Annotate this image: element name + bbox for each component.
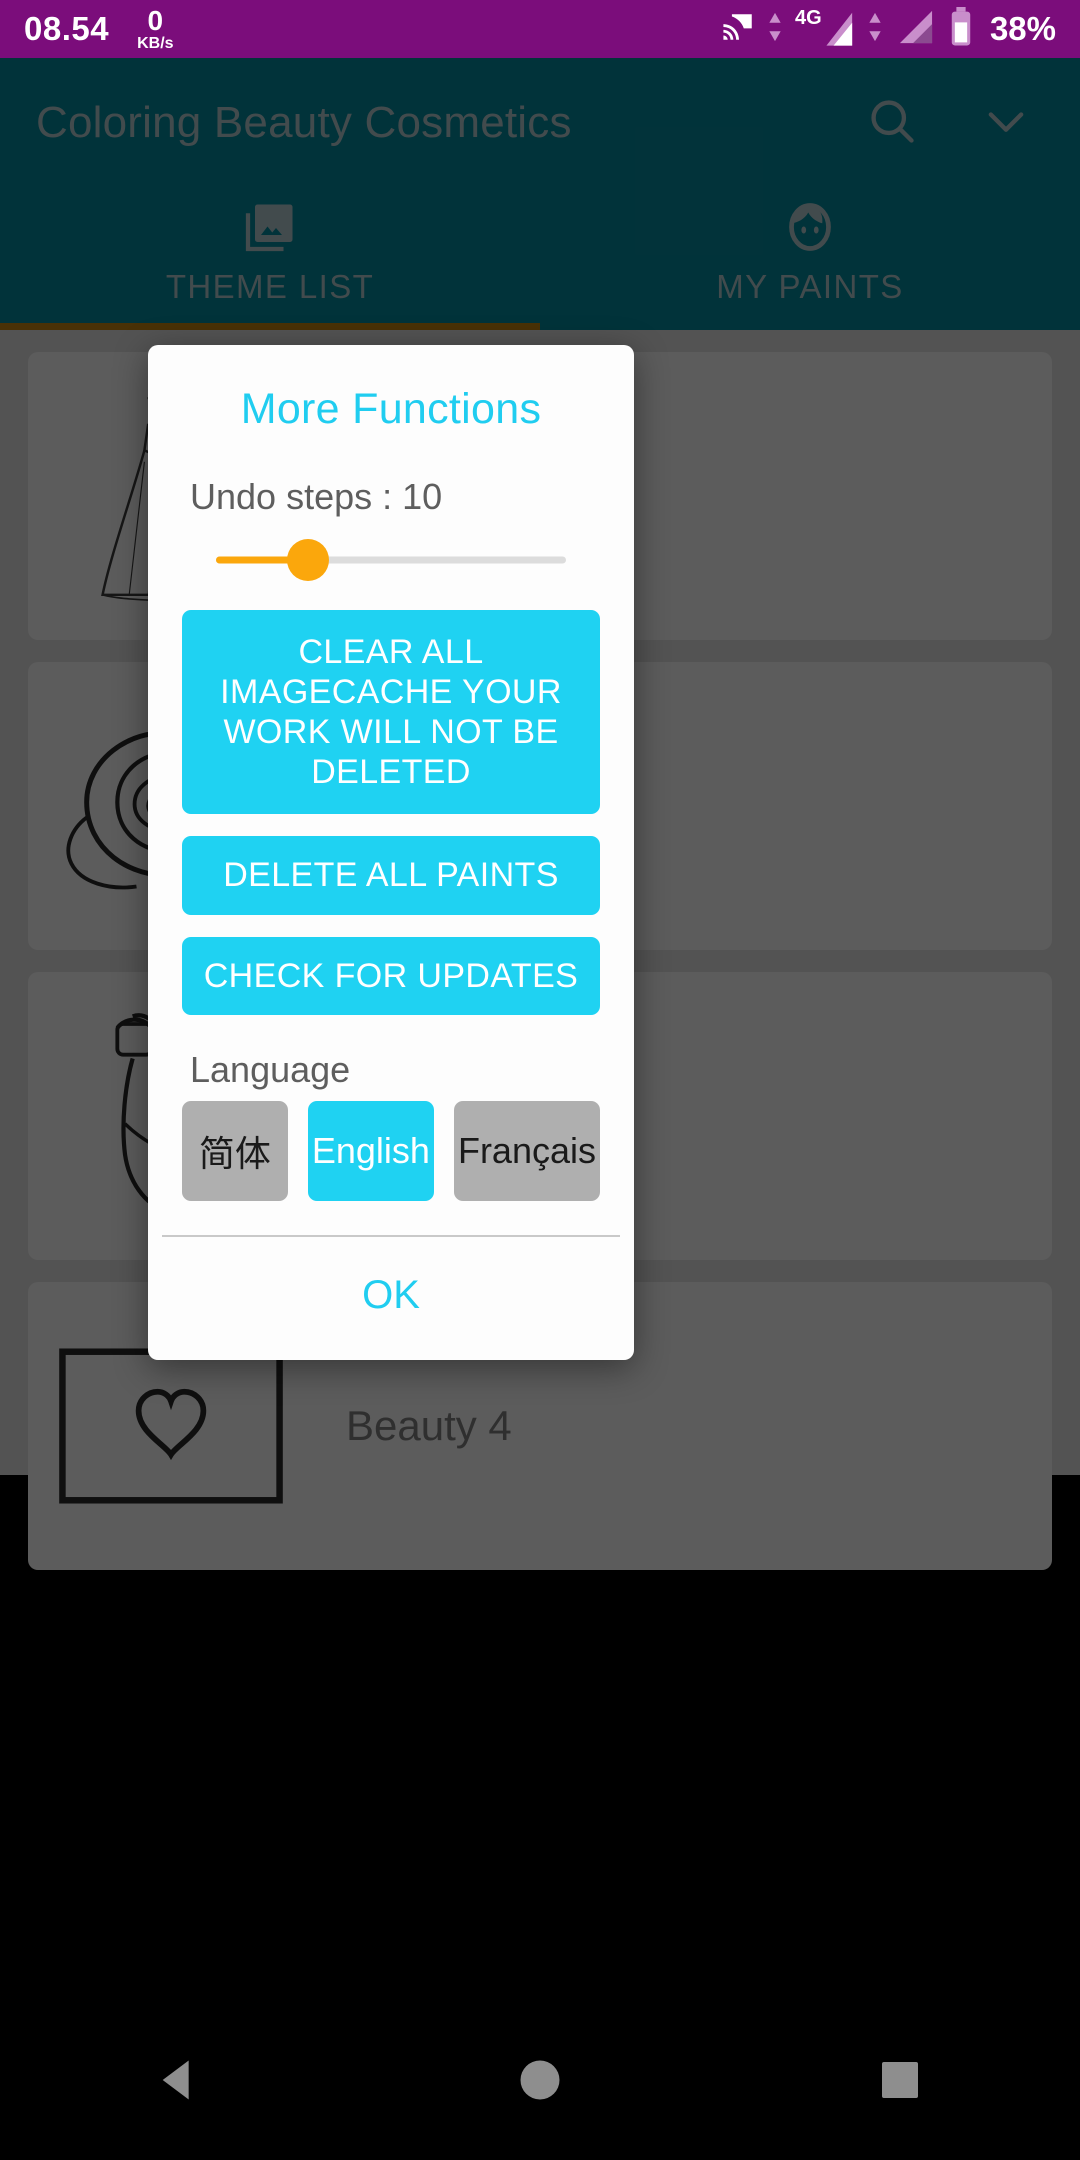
language-option-english[interactable]: English (307, 1100, 434, 1201)
battery-icon (947, 6, 975, 52)
dialog-footer: OK (148, 1237, 634, 1360)
svg-text:4G: 4G (795, 7, 822, 29)
active-tab-indicator (0, 323, 540, 330)
network-speed-indicator: 0 KB/s (137, 4, 174, 52)
home-circle-icon[interactable] (440, 2000, 640, 2160)
delete-all-paints-button[interactable]: DELETE ALL PAINTS (182, 836, 600, 915)
battery-percent: 38% (989, 10, 1056, 47)
tab-bar: THEME LIST MY PAINTS (0, 188, 1080, 330)
app-bar: Coloring Beauty Cosmetics THEME LIST MY … (0, 58, 1080, 330)
undo-steps-label: Undo steps : 10 (190, 476, 443, 517)
undo-steps-slider[interactable] (182, 532, 600, 588)
language-selector: 简体 English Français (182, 1100, 600, 1201)
photo-library-icon (240, 196, 300, 258)
tab-theme-list[interactable]: THEME LIST (0, 188, 540, 330)
language-label: Language (190, 1048, 351, 1090)
more-functions-dialog: More Functions Undo steps : 10 CLEAR ALL… (148, 345, 634, 1360)
network-type-label: 4G (794, 7, 856, 52)
clear-image-cache-button[interactable]: CLEAR ALL IMAGECACHE YOUR WORK WILL NOT … (182, 610, 600, 815)
language-option-french[interactable]: Français (453, 1100, 600, 1201)
status-bar: 08.54 0 KB/s 4G 38% (0, 0, 1080, 58)
signal-bars-icon (894, 8, 938, 51)
data-arrows-2-icon (865, 10, 885, 49)
data-arrows-icon (765, 10, 785, 49)
search-icon[interactable] (866, 95, 918, 152)
check-for-updates-button[interactable]: CHECK FOR UPDATES (182, 936, 600, 1015)
app-bar-top: Coloring Beauty Cosmetics (0, 58, 1080, 188)
status-icons: 4G 38% (722, 6, 1056, 52)
chevron-down-icon[interactable] (980, 95, 1032, 152)
dialog-title: More Functions (240, 385, 542, 433)
dialog-body: Undo steps : 10 CLEAR ALL IMAGECACHE YOU… (148, 476, 634, 1201)
cast-icon (722, 10, 756, 49)
back-triangle-icon[interactable] (80, 2000, 280, 2160)
tab-theme-list-label: THEME LIST (165, 268, 375, 305)
network-speed-value: 0 (147, 4, 164, 36)
system-navigation-bar (0, 2000, 1080, 2160)
list-item-title: Beauty 4 (346, 1402, 512, 1449)
network-speed-unit: KB/s (137, 34, 174, 52)
language-option-chinese[interactable]: 简体 (182, 1100, 288, 1201)
app-bar-actions (866, 95, 1044, 152)
tab-my-paints-label: MY PAINTS (716, 268, 904, 305)
face-icon (780, 196, 840, 258)
slider-thumb[interactable] (286, 539, 329, 581)
page-title: Coloring Beauty Cosmetics (36, 98, 572, 147)
tab-my-paints[interactable]: MY PAINTS (540, 188, 1080, 330)
ok-button[interactable]: OK (322, 1265, 460, 1326)
recents-square-icon[interactable] (800, 2000, 1000, 2160)
status-time: 08.54 (24, 10, 110, 47)
